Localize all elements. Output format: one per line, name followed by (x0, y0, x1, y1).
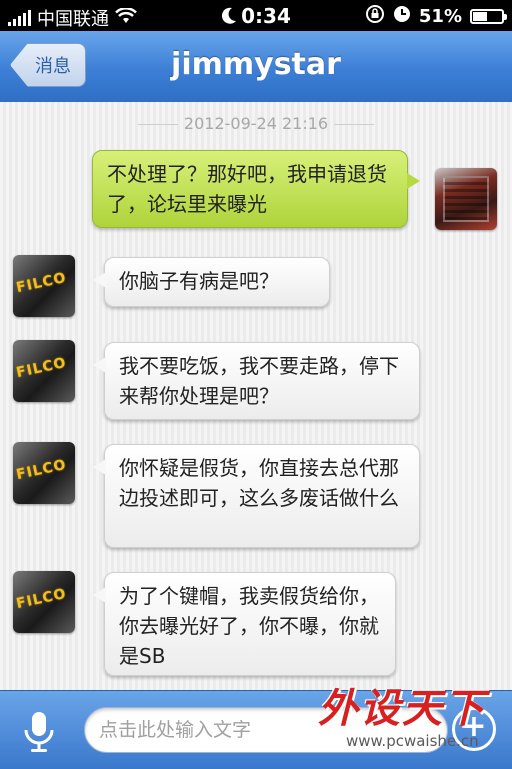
message-bubble-incoming[interactable]: 我不要吃饭，我不要走路，停下来帮你处理是吧？ (93, 342, 420, 420)
message-bubble-incoming[interactable]: 你脑子有病是吧？ (93, 257, 330, 307)
motherboard-avatar-icon[interactable] (435, 168, 497, 230)
filco-logo: FILCO (14, 456, 68, 484)
message-bubble-incoming[interactable]: 你怀疑是假货，你直接去总代那边投述即可，这么多废话做什么 (93, 444, 420, 548)
message-input[interactable]: 点击此处输入文字 (84, 707, 448, 753)
nav-bar: 消息 jimmystar (0, 31, 512, 103)
alarm-icon (393, 5, 411, 28)
filco-avatar-icon[interactable]: FILCO (13, 571, 75, 633)
filco-avatar-icon[interactable]: FILCO (13, 340, 75, 402)
rotation-lock-icon (365, 4, 385, 29)
battery-icon (470, 9, 507, 24)
message-bubble-incoming[interactable]: 为了个键帽，我卖假货给你，你去曝光好了，你不曝，你就是SB (93, 572, 396, 676)
filco-logo: FILCO (14, 354, 68, 382)
status-right: 51% (365, 4, 507, 29)
filco-logo: FILCO (14, 269, 68, 297)
input-bar: 点击此处输入文字 + (0, 690, 512, 769)
filco-avatar-icon[interactable]: FILCO (13, 255, 75, 317)
chat-area[interactable]: 2012-09-24 21:16 不处理了？那好吧，我申请退货了，论坛里来曝光 … (0, 102, 512, 690)
message-bubble-outgoing[interactable]: 不处理了？那好吧，我申请退货了，论坛里来曝光 (92, 150, 420, 228)
page-title: jimmystar (171, 47, 341, 82)
microphone-icon[interactable] (14, 707, 64, 757)
chat-timestamp: 2012-09-24 21:16 (0, 114, 512, 133)
status-bar: 中国联通 0:34 51% (0, 0, 512, 31)
battery-percent: 51% (418, 6, 462, 27)
timestamp-text: 2012-09-24 21:16 (183, 114, 329, 133)
filco-avatar-icon[interactable]: FILCO (13, 442, 75, 504)
filco-logo: FILCO (14, 585, 68, 613)
moon-icon (221, 6, 237, 30)
plus-icon[interactable]: + (452, 707, 496, 751)
clock-time: 0:34 (241, 4, 291, 28)
